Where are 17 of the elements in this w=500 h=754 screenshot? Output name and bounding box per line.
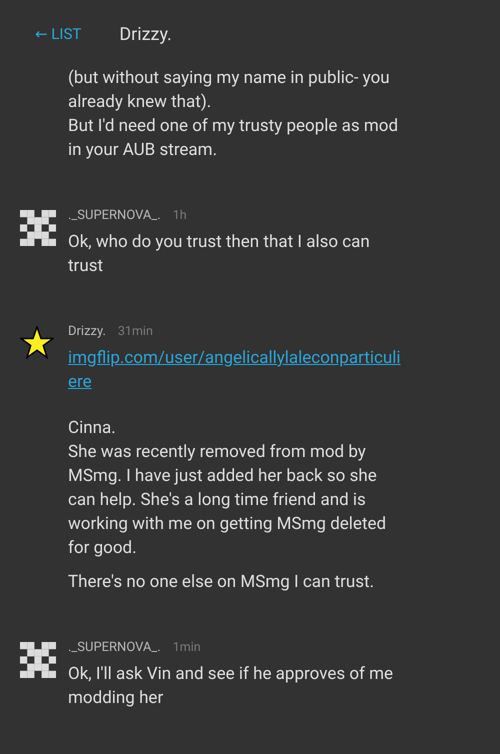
message-time: 31min bbox=[118, 324, 153, 339]
message-text: There's no one else on MSmg I can trust. bbox=[68, 571, 376, 594]
conversation-title: Drizzy. bbox=[119, 24, 172, 44]
avatar-icon bbox=[20, 642, 56, 678]
author-name: ._SUPERNOVA_. bbox=[68, 640, 161, 655]
message-text: Ok, I'll ask Vin and see if he approves of me modding her bbox=[68, 663, 394, 710]
message-text: Cinna. She was recently removed from mod by MSmg. I have just added her back so she can help. She's a long time friend and is working with me on getting MSmg deleted for good. bbox=[68, 417, 388, 560]
message-link[interactable]: imgflip.com/user/angelicallylaleconparticuli ere bbox=[68, 346, 500, 394]
star-icon bbox=[20, 326, 54, 359]
message-text: Ok, who do you trust then that I also can trust bbox=[68, 231, 371, 278]
avatar-icon bbox=[20, 210, 56, 246]
message-time: 1min bbox=[172, 640, 201, 655]
author-name: Drizzy. bbox=[68, 324, 106, 339]
message-text: (but without saying my name in public- you already knew that). But I'd need one of my trusty people as mod in your AUB stream. bbox=[68, 67, 400, 162]
back-link[interactable]: ← LIST bbox=[35, 25, 82, 43]
message-time: 1h bbox=[172, 208, 187, 223]
author-name: ._SUPERNOVA_. bbox=[68, 208, 161, 223]
